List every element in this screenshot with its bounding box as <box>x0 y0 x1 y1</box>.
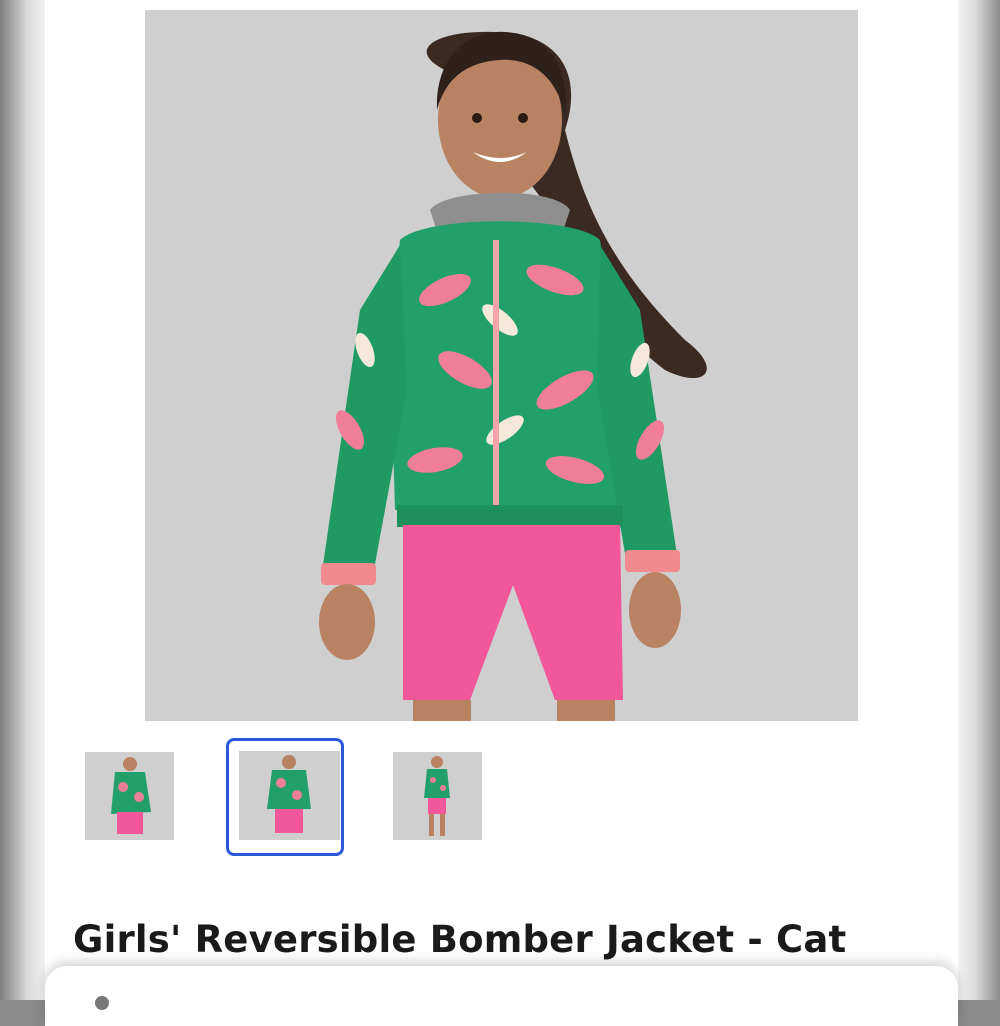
sheet-icon <box>95 996 109 1010</box>
product-page: Girls' Reversible Bomber Jacket - Cat <box>45 0 958 1026</box>
thumbnail-1-figure <box>111 757 151 834</box>
bottom-sheet[interactable] <box>45 966 958 1026</box>
product-title: Girls' Reversible Bomber Jacket - Cat <box>73 918 847 961</box>
right-screen-edge <box>958 0 1000 1000</box>
thumbnail-2-figure <box>267 755 311 833</box>
left-screen-edge <box>0 0 45 1000</box>
thumbnail-1[interactable] <box>85 752 174 840</box>
product-main-image[interactable] <box>145 10 858 721</box>
thumbnail-3[interactable] <box>393 752 482 840</box>
model-figure-illustration <box>319 31 707 721</box>
thumbnail-3-figure <box>424 756 450 836</box>
thumbnail-2[interactable] <box>239 751 340 840</box>
